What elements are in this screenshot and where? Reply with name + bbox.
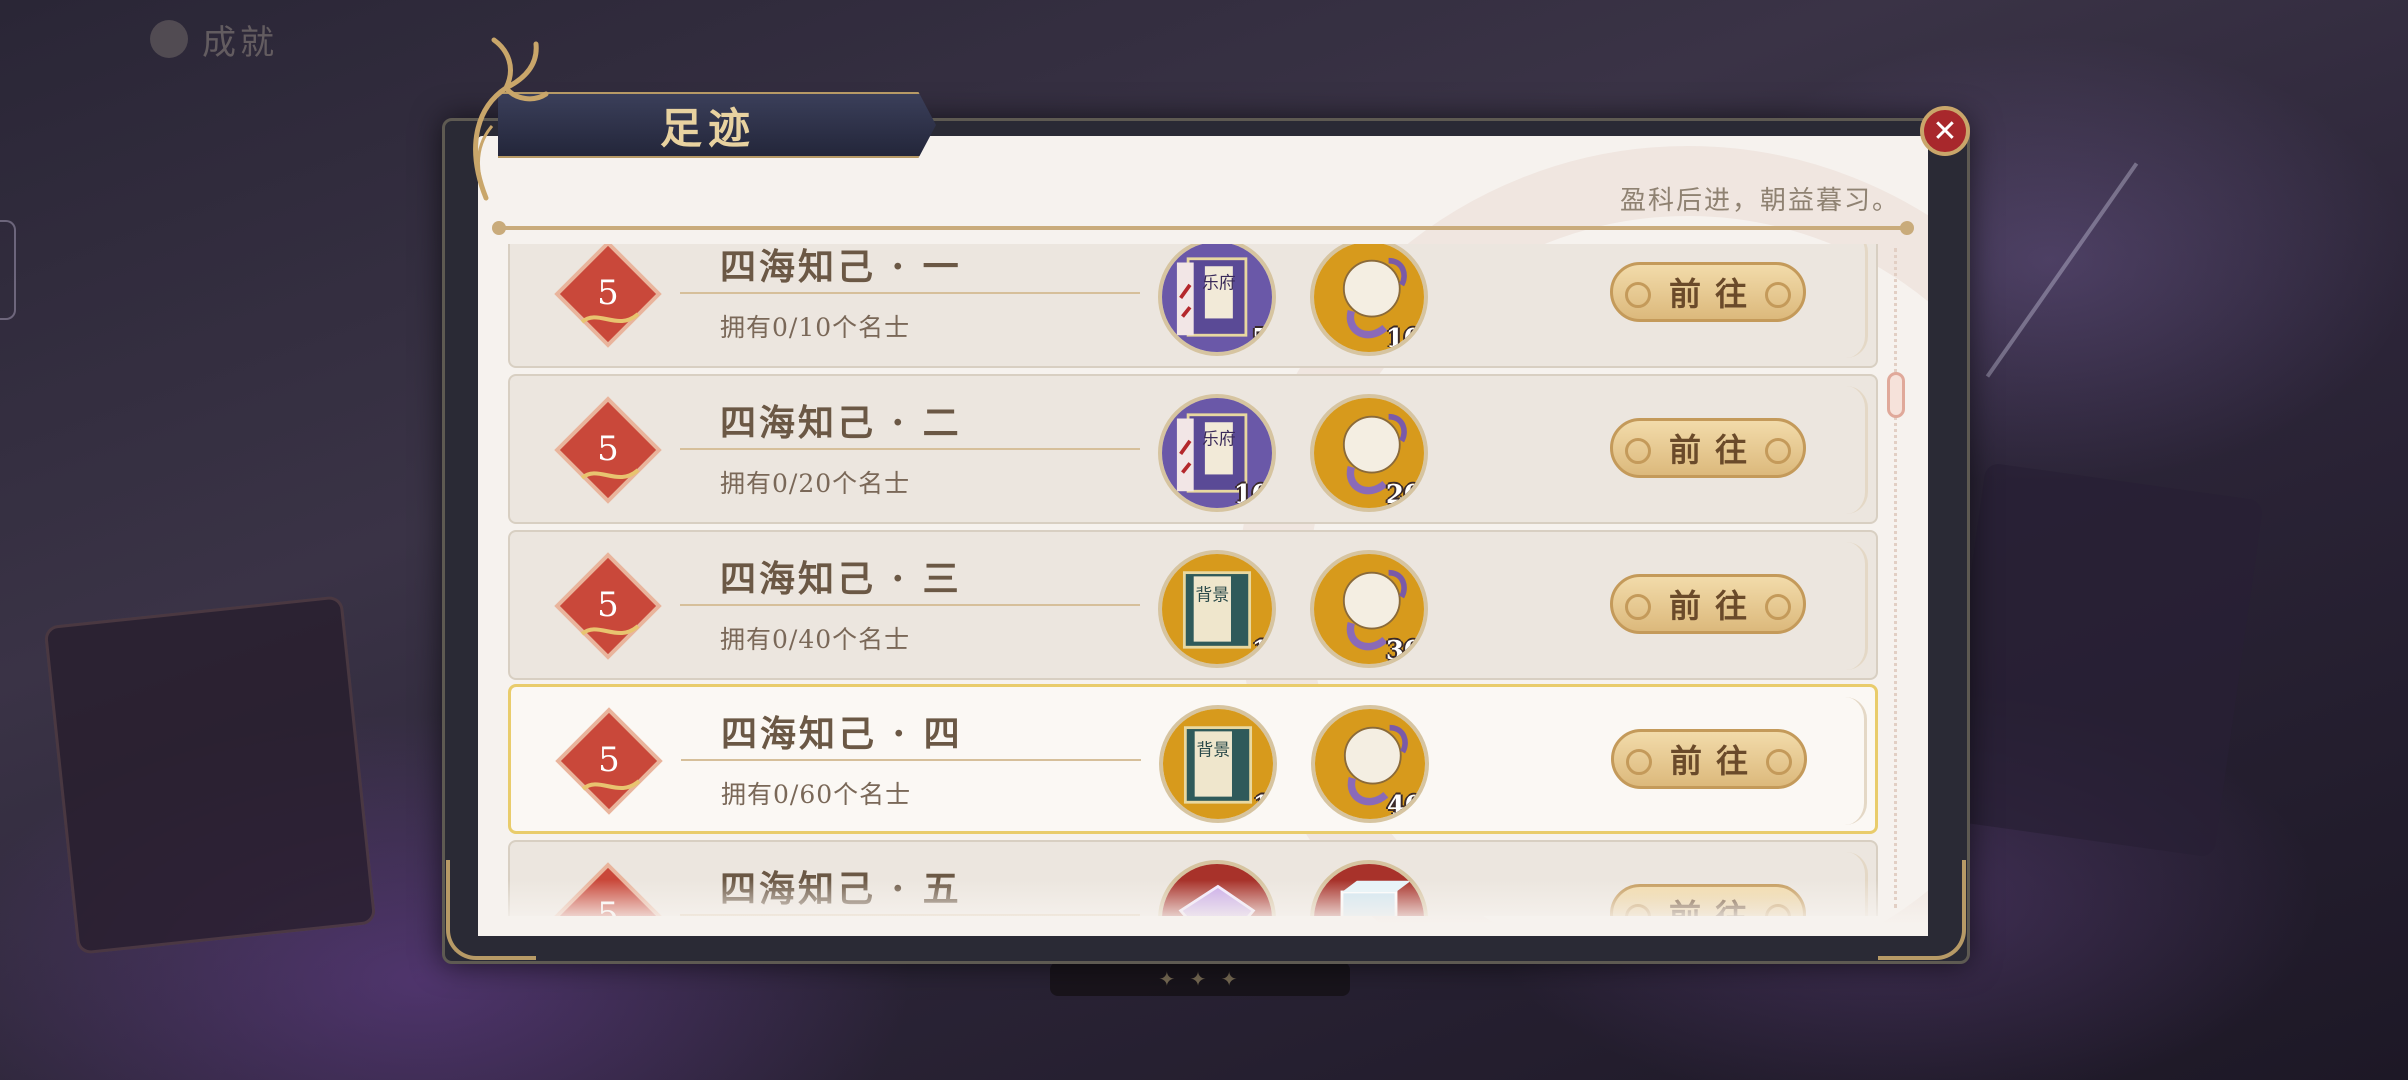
- achievement-row: 5 四海知己 · 三 拥有0/40个名士 背景 1 30 前往: [508, 530, 1878, 680]
- achievement-title: 四海知己 · 一: [720, 246, 962, 288]
- modal-title: 足迹: [660, 103, 757, 153]
- corner-ornament: [1878, 860, 1966, 960]
- reward-count: 30: [1385, 636, 1422, 666]
- level-badge-icon: 5: [554, 244, 662, 348]
- svg-text:背景: 背景: [1196, 585, 1230, 605]
- goto-button[interactable]: 前往: [1610, 574, 1806, 634]
- achievement-row: 5 四海知己 · 二 拥有0/20个名士 乐府 10 20 前往: [508, 374, 1878, 524]
- achievement-title: 四海知己 · 二: [720, 402, 962, 444]
- close-button[interactable]: ✕: [1920, 106, 1970, 156]
- achievement-row: 5 四海知己 · 一 拥有0/10个名士 乐府 5 10 前往: [508, 244, 1878, 368]
- svg-text:5: 5: [597, 273, 619, 313]
- achievement-title: 四海知己 · 三: [720, 558, 962, 600]
- svg-text:5: 5: [598, 740, 620, 780]
- goto-button[interactable]: 前往: [1610, 262, 1806, 322]
- svg-text:背景: 背景: [1197, 740, 1231, 760]
- reward-count: 10: [1385, 324, 1422, 354]
- close-icon: ✕: [1932, 113, 1958, 149]
- reward-item[interactable]: 40: [1311, 705, 1429, 823]
- row-bracket-decoration: [1845, 697, 1867, 825]
- background-card: [1936, 462, 2264, 858]
- background-side-tab: [0, 220, 16, 320]
- level-badge-icon: 5: [555, 707, 663, 815]
- reward-count: 20: [1385, 480, 1422, 510]
- achievement-list[interactable]: 5 四海知己 · 一 拥有0/10个名士 乐府 5 10 前往 5 四海知己 ·…: [508, 244, 1878, 916]
- level-badge-icon: 5: [554, 552, 662, 660]
- list-bottom-fade: [478, 880, 1928, 936]
- achievement-progress: 拥有0/10个名士: [720, 313, 911, 342]
- row-divider: [680, 448, 1140, 450]
- background-bottom-bar: ✦ ✦ ✦: [1050, 962, 1350, 996]
- reward-count: 10: [1233, 480, 1270, 510]
- goto-button[interactable]: 前往: [1610, 418, 1806, 478]
- background-card: [43, 595, 377, 955]
- reward-count: 40: [1386, 791, 1423, 821]
- background-title-text: 成就: [202, 22, 278, 63]
- achievement-progress: 拥有0/40个名士: [720, 625, 911, 654]
- background-page-title: 成就: [150, 12, 360, 66]
- reward-item[interactable]: 20: [1310, 394, 1428, 512]
- reward-item[interactable]: 背景 1: [1158, 550, 1276, 668]
- achievement-title: 四海知己 · 四: [721, 713, 963, 755]
- row-divider: [681, 759, 1141, 761]
- reward-item[interactable]: 乐府 5: [1158, 244, 1276, 356]
- reward-item[interactable]: 背景 1: [1159, 705, 1277, 823]
- corner-ornament: [446, 860, 536, 960]
- scrollbar-track[interactable]: [1894, 248, 1898, 908]
- achievement-row-selected: 5 四海知己 · 四 拥有0/60个名士 背景 1 40 前往: [508, 684, 1878, 834]
- reward-count: 1: [1252, 791, 1271, 821]
- row-bracket-decoration: [1846, 244, 1868, 358]
- reward-item[interactable]: 乐府 10: [1158, 394, 1276, 512]
- svg-text:5: 5: [597, 585, 619, 625]
- goto-button[interactable]: 前往: [1611, 729, 1807, 789]
- background-title-icon: [150, 20, 188, 58]
- row-bracket-decoration: [1846, 542, 1868, 670]
- level-badge-icon: 5: [554, 396, 662, 504]
- reward-count: 1: [1251, 636, 1270, 666]
- reward-count: 5: [1251, 324, 1270, 354]
- row-divider: [680, 604, 1140, 606]
- reward-item[interactable]: 10: [1310, 244, 1428, 356]
- deer-ornament-icon: [473, 37, 549, 201]
- svg-text:5: 5: [597, 429, 619, 469]
- row-bracket-decoration: [1846, 386, 1868, 514]
- header-divider: [492, 221, 1914, 235]
- achievement-progress: 拥有0/60个名士: [721, 780, 912, 809]
- row-divider: [680, 292, 1140, 294]
- svg-text:乐府: 乐府: [1202, 429, 1236, 449]
- motto-text: 盈科后进，朝益暮习。: [1619, 186, 1900, 216]
- svg-text:乐府: 乐府: [1202, 273, 1236, 293]
- reward-item[interactable]: 30: [1310, 550, 1428, 668]
- achievement-progress: 拥有0/20个名士: [720, 469, 911, 498]
- background-star-streak: [1985, 162, 2139, 378]
- scrollbar-thumb[interactable]: [1887, 372, 1905, 418]
